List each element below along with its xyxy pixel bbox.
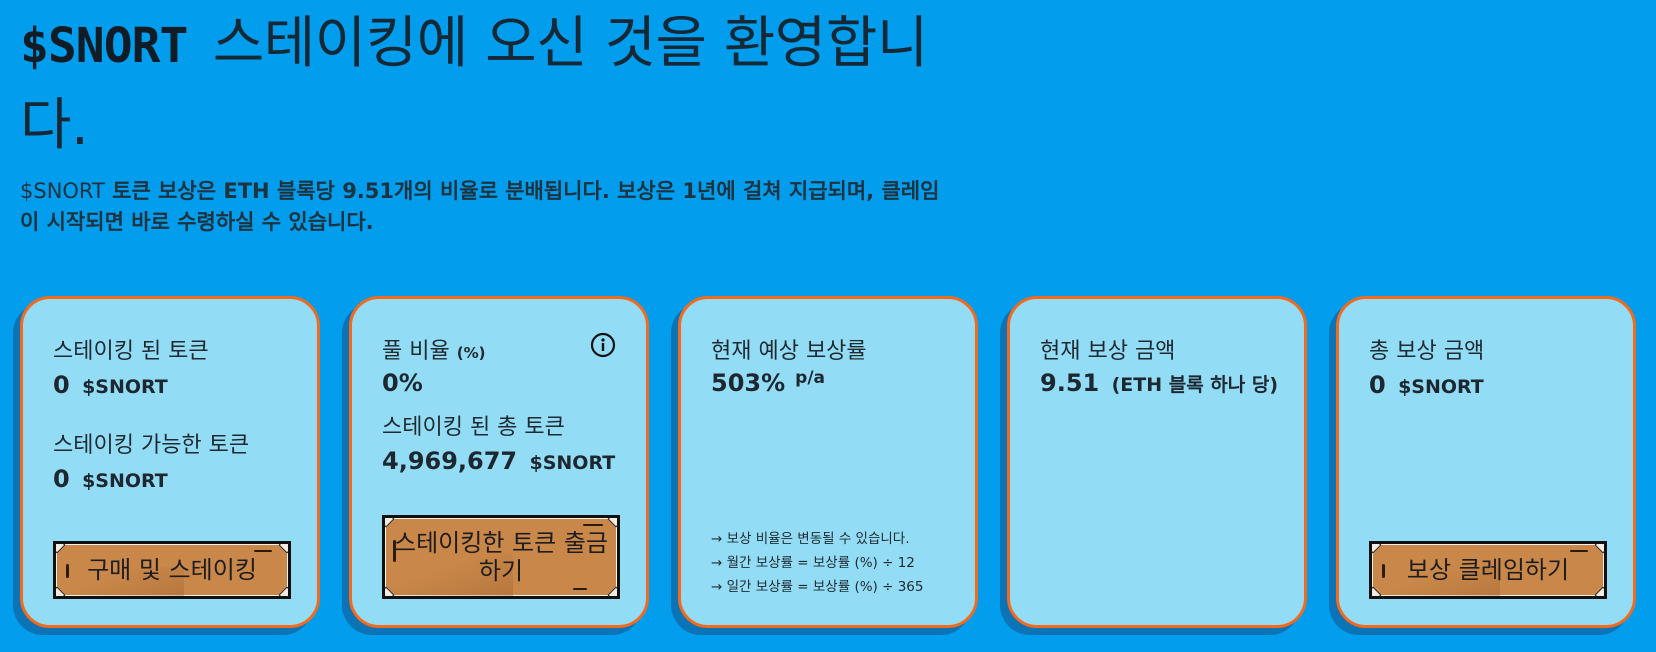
available-tokens-unit: $SNORT xyxy=(82,470,168,492)
staked-tokens-unit: $SNORT xyxy=(82,376,168,398)
current-reward-label: 현재 보상 금액 xyxy=(1040,339,1176,364)
total-reward-unit: $SNORT xyxy=(1398,376,1484,398)
current-reward-card: 현재 보상 금액 9.51 (ETH 블록 하나 당) xyxy=(1007,296,1307,628)
current-reward-amount: 9.51 xyxy=(1040,369,1100,397)
reward-note: → 일간 보상률 = 보상률 (%) ÷ 365 xyxy=(711,579,924,595)
page-title: $SNORT 스테이킹에 오신 것을 환영합니다. xyxy=(20,4,940,166)
total-staked-value: 4,969,677 $SNORT xyxy=(382,447,615,475)
available-tokens-value: 0 $SNORT xyxy=(53,465,168,493)
withdraw-staked-button[interactable]: 스테이킹한 토큰 출금하기 xyxy=(382,515,620,599)
available-tokens-label: 스테이킹 가능한 토큰 xyxy=(53,433,250,458)
total-reward-value: 0 $SNORT xyxy=(1369,371,1484,399)
current-reward-value: 9.51 (ETH 블록 하나 당) xyxy=(1040,369,1278,397)
available-tokens-amount: 0 xyxy=(53,465,70,493)
staked-tokens-amount: 0 xyxy=(53,371,70,399)
reward-note: → 보상 비율은 변동될 수 있습니다. xyxy=(711,531,910,547)
brand-logo-text: $SNORT xyxy=(20,18,188,74)
pool-ratio-label-text: 풀 비율 xyxy=(382,339,450,364)
info-icon[interactable] xyxy=(590,332,616,358)
per-annum-suffix: p/a xyxy=(795,368,826,388)
staked-tokens-card: 스테이킹 된 토큰 0 $SNORT 스테이킹 가능한 토큰 0 $SNORT … xyxy=(20,296,320,628)
expected-reward-rate-label: 현재 예상 보상률 xyxy=(711,339,867,364)
total-reward-label: 총 보상 금액 xyxy=(1369,339,1485,364)
current-reward-unit: (ETH 블록 하나 당) xyxy=(1111,374,1279,396)
pool-ratio-card: 풀 비율 (%) 0% 스테이킹 된 총 토큰 4,969,677 $SNORT… xyxy=(349,296,649,628)
reward-rate-percent: 503% xyxy=(711,369,786,397)
pool-ratio-value: 0% xyxy=(382,369,423,397)
withdraw-staked-label: 스테이킹한 토큰 출금하기 xyxy=(394,529,608,585)
total-staked-label: 스테이킹 된 총 토큰 xyxy=(382,415,565,440)
total-reward-amount: 0 xyxy=(1369,371,1386,399)
subtitle-text: 토큰 보상은 ETH 블록당 9.51개의 비율로 분배됩니다. 보상은 1년에… xyxy=(20,179,940,234)
total-reward-card: 총 보상 금액 0 $SNORT 보상 클레임하기 xyxy=(1336,296,1636,628)
claim-rewards-button[interactable]: 보상 클레임하기 xyxy=(1369,541,1607,599)
claim-rewards-label: 보상 클레임하기 xyxy=(1406,556,1570,584)
buy-and-stake-label: 구매 및 스테이킹 xyxy=(87,556,257,584)
staking-page: $SNORT 스테이킹에 오신 것을 환영합니다. $SNORT 토큰 보상은 … xyxy=(0,0,1656,652)
total-staked-unit: $SNORT xyxy=(529,452,616,474)
buy-and-stake-button[interactable]: 구매 및 스테이킹 xyxy=(53,541,291,599)
pool-ratio-suffix: (%) xyxy=(456,344,486,362)
subtitle-token: $SNORT xyxy=(20,179,105,203)
expected-reward-rate-card: 현재 예상 보상률 503% p/a → 보상 비율은 변동될 수 있습니다. →… xyxy=(678,296,978,628)
reward-note: → 월간 보상률 = 보상률 (%) ÷ 12 xyxy=(711,555,915,571)
total-staked-amount: 4,969,677 xyxy=(382,447,518,475)
reward-rate-notes: → 보상 비율은 변동될 수 있습니다. → 월간 보상률 = 보상률 (%) … xyxy=(711,527,923,599)
staked-tokens-label: 스테이킹 된 토큰 xyxy=(53,339,209,364)
page-subtitle: $SNORT 토큰 보상은 ETH 블록당 9.51개의 비율로 분배됩니다. … xyxy=(20,176,950,238)
staked-tokens-value: 0 $SNORT xyxy=(53,371,168,399)
expected-reward-rate-value: 503% p/a xyxy=(711,368,826,397)
pool-ratio-label: 풀 비율 (%) xyxy=(382,333,485,365)
